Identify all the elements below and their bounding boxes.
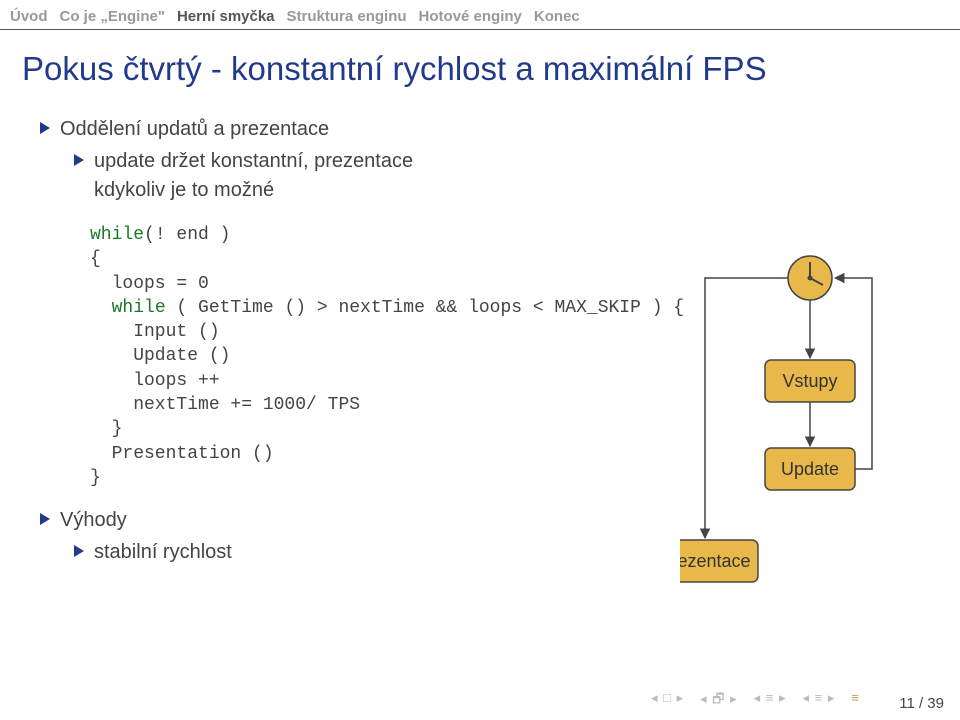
bullet-2a-text: stabilní rychlost	[94, 538, 232, 567]
page-title: Pokus čtvrtý - konstantní rychlost a max…	[0, 30, 960, 112]
bullet-1a-text: update držet konstantní, prezentace kdyk…	[94, 147, 413, 205]
bullet-icon	[74, 545, 84, 557]
flow-diagram: Vstupy Update Prezentace	[680, 250, 880, 630]
nav-subsection-icon[interactable]: ◂ ≡ ▸	[754, 690, 787, 712]
nav-bar: Úvod Co je „Engine" Herní smyčka Struktu…	[0, 0, 960, 29]
bullet-1: Oddělení updatů a prezentace	[40, 115, 960, 144]
bullet-1-text: Oddělení updatů a prezentace	[60, 115, 329, 144]
nav-slide-icon[interactable]: ◂ □ ▸	[651, 690, 684, 712]
beamer-nav-icons: ◂ □ ▸ ◂ 🗗 ▸ ◂ ≡ ▸ ◂ ≡ ▸ ≡	[651, 690, 860, 712]
nav-section-icon[interactable]: ◂ ≡ ▸	[803, 690, 836, 712]
nav-item-4[interactable]: Hotové enginy	[419, 8, 522, 25]
nav-toc-icon[interactable]: ≡	[851, 690, 860, 712]
bullet-icon	[40, 513, 50, 525]
diagram-update-label: Update	[781, 459, 839, 479]
bullet-1a: update držet konstantní, prezentace kdyk…	[74, 147, 960, 205]
diagram-prezentace-label: Prezentace	[680, 551, 751, 571]
page-number: 11 / 39	[899, 695, 944, 712]
bullet-icon	[40, 122, 50, 134]
nav-item-0[interactable]: Úvod	[10, 8, 48, 25]
bullet-icon	[74, 154, 84, 166]
nav-frame-icon[interactable]: ◂ 🗗 ▸	[700, 690, 737, 712]
nav-item-3[interactable]: Struktura enginu	[287, 8, 407, 25]
diagram-vstupy-label: Vstupy	[782, 371, 837, 391]
nav-item-1[interactable]: Co je „Engine"	[60, 8, 165, 25]
bullet-2-text: Výhody	[60, 506, 127, 535]
nav-item-5[interactable]: Konec	[534, 8, 580, 25]
nav-item-2[interactable]: Herní smyčka	[177, 8, 275, 25]
